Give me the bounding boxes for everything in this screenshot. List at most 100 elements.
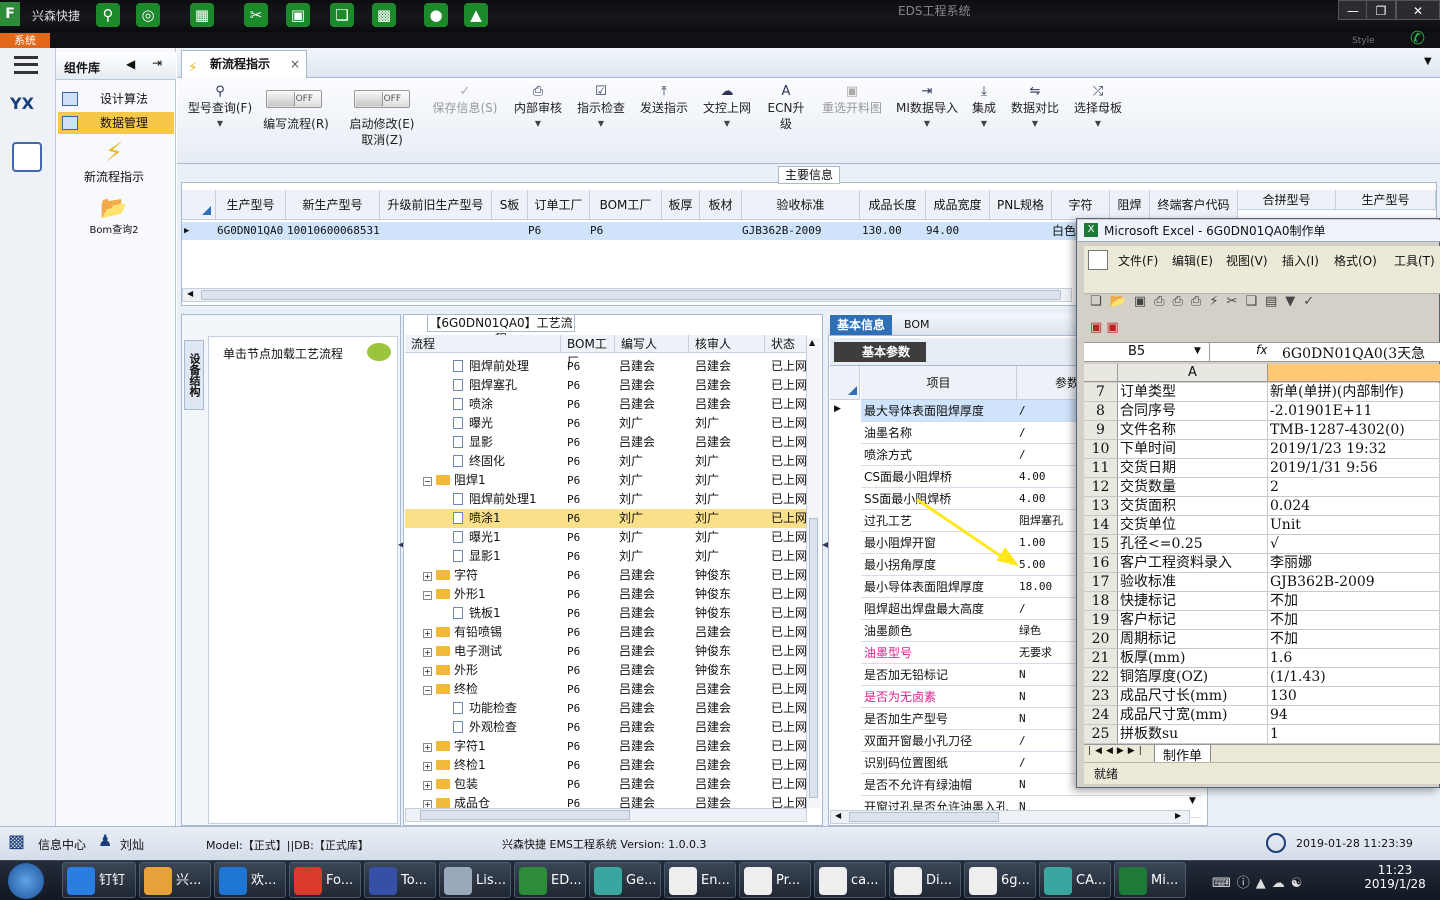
param-value[interactable]: 4.00	[1019, 488, 1046, 510]
excel-col-b-header[interactable]	[1268, 364, 1440, 382]
cell-width[interactable]: 94.00	[926, 222, 959, 240]
excel-cell-b[interactable]: 不加	[1268, 592, 1440, 611]
col-header[interactable]: 项目	[861, 366, 1017, 400]
col-header[interactable]: 验收标准	[742, 190, 860, 220]
excel-cell-a[interactable]: 交货数量	[1118, 478, 1268, 497]
taskbar-item[interactable]: Di...	[889, 862, 961, 898]
col-header[interactable]: 生产型号	[1336, 190, 1436, 210]
taskbar-item[interactable]: Fo...	[289, 862, 361, 898]
param-value[interactable]: N	[1019, 664, 1026, 686]
expand-icon[interactable]: +	[423, 667, 432, 676]
tree-row[interactable]: + 字符 P6 吕建会 钟俊东 已上网	[405, 566, 807, 585]
collapse-icon[interactable]: −	[423, 591, 432, 600]
expand-icon[interactable]: +	[423, 572, 432, 581]
excel-row-header[interactable]: 17	[1084, 573, 1118, 592]
tree-node[interactable]: 阻焊前处理	[453, 357, 529, 376]
dropdown-icon[interactable]: ▼	[1194, 346, 1201, 356]
excel-cell-a[interactable]: 客户标记	[1118, 611, 1268, 630]
excel-cell-b[interactable]: GJB362B-2009	[1268, 573, 1440, 592]
excel-cell-b[interactable]: 不加	[1268, 630, 1440, 649]
tree-row[interactable]: 功能检查 P6 吕建会 吕建会 已上网	[405, 699, 807, 718]
tree-node[interactable]: + 终检1	[423, 756, 486, 775]
excel-cell-a[interactable]: 板厚(mm)	[1118, 649, 1268, 668]
excel-row-header[interactable]: 24	[1084, 706, 1118, 725]
excel-cell-b[interactable]: 新单(单拼)(内部制作)	[1268, 383, 1440, 402]
excel-cell-a[interactable]: 合同序号	[1118, 402, 1268, 421]
excel-cell-a[interactable]: 交货日期	[1118, 459, 1268, 478]
sidebar-item-data-mgmt[interactable]: 数据管理	[58, 112, 174, 134]
tree-row[interactable]: + 终检1 P6 吕建会 吕建会 已上网	[405, 756, 807, 775]
param-value[interactable]: /	[1019, 422, 1026, 444]
scroll-thumb[interactable]	[809, 518, 818, 798]
doc-online-button[interactable]: ☁ 文控上网 ▼	[700, 84, 754, 132]
excel-row-header[interactable]: 19	[1084, 611, 1118, 630]
subtab-basic-params[interactable]: 基本参数	[834, 342, 926, 362]
search-icon[interactable]: ⚲	[96, 3, 120, 27]
col-header[interactable]: 字符	[1052, 190, 1110, 220]
excel-cell-b[interactable]: 2019/1/23 19:32	[1268, 440, 1440, 459]
tree-node[interactable]: 喷涂	[453, 395, 493, 414]
excel-corner[interactable]	[1084, 364, 1118, 382]
excel-cell-b[interactable]: √	[1268, 535, 1440, 554]
cell-bom-factory[interactable]: P6	[590, 222, 603, 240]
instruction-check-button[interactable]: ☑ 指示检查 ▼	[574, 84, 628, 132]
excel-menu-view[interactable]: 视图(V)	[1226, 252, 1268, 269]
tree-node[interactable]: − 终检	[423, 680, 478, 699]
tree-vscroll[interactable]: ▲	[806, 338, 820, 808]
tree-row[interactable]: 显影1 P6 刘广 刘广 已上网	[405, 547, 807, 566]
tree-row[interactable]: − 阻焊1 P6 刘广 刘广 已上网	[405, 471, 807, 490]
yx-logo-icon[interactable]: YX	[10, 94, 44, 128]
excel-pdf-toolbar[interactable]: ▣ ▣	[1090, 320, 1150, 340]
tree-node[interactable]: 显影	[453, 433, 493, 452]
copy-icon[interactable]: ❏	[330, 3, 354, 27]
excel-menu-file[interactable]: 文件(F)	[1118, 252, 1158, 269]
excel-cell-b[interactable]: 李丽娜	[1268, 554, 1440, 573]
excel-row-header[interactable]: 21	[1084, 649, 1118, 668]
send-instruction-button[interactable]: ⤒ 发送指示	[636, 84, 692, 116]
excel-row-header[interactable]: 16	[1084, 554, 1118, 573]
scroll-down-icon[interactable]: ▼	[1189, 796, 1196, 806]
excel-cell-b[interactable]: 130	[1268, 687, 1440, 706]
pin-icon[interactable]: ⇥	[152, 56, 162, 70]
col-header[interactable]: 状态	[765, 335, 807, 353]
col-header[interactable]: 核审人	[689, 335, 765, 353]
tree-row[interactable]: 铣板1 P6 吕建会 钟俊东 已上网	[405, 604, 807, 623]
excel-cell-a[interactable]: 成品尺寸长(mm)	[1118, 687, 1268, 706]
taskbar-item[interactable]: To...	[364, 862, 436, 898]
excel-cell-a[interactable]: 文件名称	[1118, 421, 1268, 440]
tree-node[interactable]: + 字符	[423, 566, 478, 585]
col-header[interactable]: S板	[492, 190, 528, 220]
user-icon[interactable]: ●	[424, 3, 448, 27]
cell-standard[interactable]: GJB362B-2009	[742, 222, 821, 240]
tree-hscroll[interactable]	[405, 808, 807, 822]
tree-node[interactable]: − 阻焊1	[423, 471, 486, 490]
start-button[interactable]	[8, 863, 44, 899]
tree-row[interactable]: 阻焊前处理 P6 吕建会 吕建会 已上网	[405, 357, 807, 376]
taskbar-item[interactable]: Pr...	[739, 862, 811, 898]
expand-icon[interactable]: +	[423, 743, 432, 752]
tree-row[interactable]: 显影 P6 吕建会 吕建会 已上网	[405, 433, 807, 452]
param-value[interactable]: /	[1019, 598, 1026, 620]
taskbar-item[interactable]: 钉钉	[62, 862, 136, 898]
excel-cell-a[interactable]: 铜箔厚度(OZ)	[1118, 668, 1268, 687]
tab-dropdown-icon[interactable]: ▼	[1424, 56, 1432, 67]
col-header[interactable]: 成品长度	[860, 190, 926, 220]
tree-node[interactable]: + 电子测试	[423, 642, 502, 661]
tab-new-flow[interactable]: ⚡ 新流程指示 ×	[181, 50, 307, 78]
taskbar-item[interactable]: Mi...	[1114, 862, 1186, 898]
col-header[interactable]: 参数	[1017, 366, 1077, 400]
tree-row[interactable]: + 包装 P6 吕建会 吕建会 已上网	[405, 775, 807, 794]
col-header[interactable]: 板厚	[662, 190, 700, 220]
tree-node[interactable]: 外观检查	[453, 718, 517, 737]
tray-icons[interactable]: ⌨ⓘ▲☁☯	[1212, 872, 1308, 891]
col-header[interactable]: 板材	[700, 190, 742, 220]
new-flow-item[interactable]: ⚡ 新流程指示	[84, 138, 144, 185]
col-header[interactable]: 终端客户代码	[1150, 190, 1238, 220]
taskbar-item[interactable]: ca...	[814, 862, 886, 898]
tree-row[interactable]: − 外形1 P6 吕建会 钟俊东 已上网	[405, 585, 807, 604]
excel-menu-format[interactable]: 格式(O)	[1334, 252, 1377, 269]
tree-node[interactable]: 阻焊前处理1	[453, 490, 537, 509]
col-header[interactable]: BOM工厂	[590, 190, 662, 220]
expand-icon[interactable]: +	[423, 762, 432, 771]
taskbar-item[interactable]: ED...	[514, 862, 586, 898]
